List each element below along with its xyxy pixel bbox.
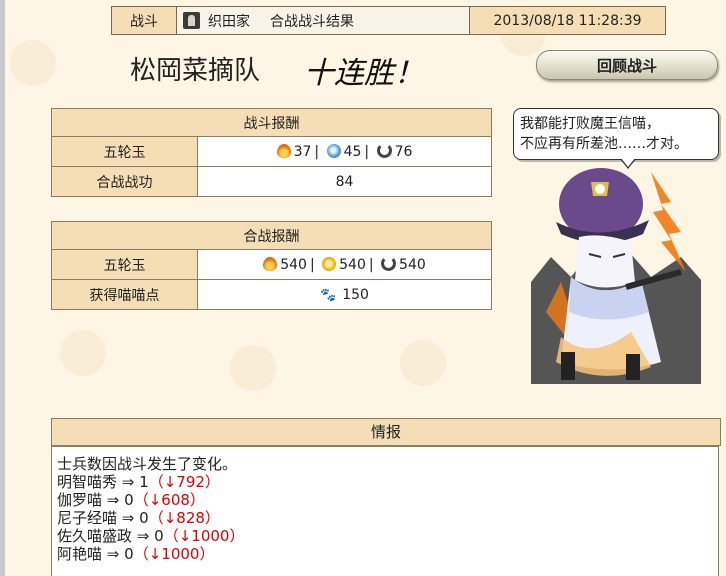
background-watermark: [60, 330, 106, 376]
header-clan: 织田家: [208, 13, 250, 30]
info-title: 情报: [51, 418, 721, 446]
unit-loss: （↓792）: [148, 473, 220, 491]
samurai-cat-portrait: [531, 168, 701, 384]
war-reward-table: 合战报酬 五轮玉 540 | 540 | 540 获得喵喵点 🐾 150: [51, 221, 492, 310]
unit-name: 伽罗喵: [57, 491, 103, 509]
unit-count: 1: [139, 473, 149, 491]
win-streak: 十连胜！: [304, 56, 424, 91]
fire-gem-count: 540: [280, 257, 307, 273]
moon-gem-count: 540: [399, 257, 426, 273]
unit-count: 0: [154, 527, 164, 545]
arrow-icon: ⇒: [121, 473, 135, 491]
fire-gem-count: 37: [293, 144, 312, 160]
unit-loss: （↓608）: [133, 491, 205, 509]
unit-loss: （↓1000）: [163, 527, 245, 545]
header-datetime: 2013/08/18 11:28:39: [470, 7, 665, 34]
battle-reward-title: 战斗报酬: [51, 108, 492, 137]
moon-orb-icon: [376, 143, 392, 158]
points-value: 150: [342, 286, 369, 303]
review-battle-button[interactable]: 回顾战斗: [536, 50, 718, 80]
moon-gem-count: 76: [394, 144, 413, 160]
scroll-edge: [0, 0, 5, 576]
unit-name: 明智喵秀: [57, 473, 118, 491]
info-row: 明智喵秀 ⇒ 1（↓792）: [57, 473, 718, 491]
water-gem-count: 45: [343, 144, 362, 160]
points-label: 获得喵喵点: [51, 279, 198, 310]
moon-orb-icon: [381, 256, 397, 271]
paw-icon: 🐾: [320, 287, 337, 303]
fire-orb-icon: [263, 257, 278, 271]
arrow-icon: ⇒: [106, 545, 120, 563]
war-reward-title: 合战报酬: [51, 221, 492, 250]
water-orb-icon: [326, 144, 341, 158]
info-intro: 士兵数因战斗发生了变化。: [57, 455, 238, 473]
background-watermark: [10, 40, 56, 86]
unit-count: 0: [124, 545, 134, 563]
unit-name: 阿艳喵: [57, 545, 103, 563]
points-value-cell: 🐾 150: [197, 279, 492, 310]
info-row: 尼子经喵 ⇒ 0（↓828）: [57, 509, 718, 527]
unit-name: 尼子经喵: [57, 509, 118, 527]
arrow-icon: ⇒: [106, 491, 120, 509]
fire-orb-icon: [276, 144, 291, 158]
wind-gem-count: 540: [339, 257, 366, 273]
background-watermark: [400, 340, 446, 386]
info-panel: 士兵数因战斗发生了变化。 明智喵秀 ⇒ 1（↓792） 伽罗喵 ⇒ 0（↓608…: [51, 446, 719, 576]
speech-line-2: 不应再有所差池……才对。: [520, 136, 688, 152]
unit-name: 佐久喵盛政: [57, 527, 133, 545]
gem-label: 五轮玉: [51, 249, 198, 280]
unit-count: 0: [124, 491, 134, 509]
unit-loss: （↓828）: [148, 509, 220, 527]
unit-loss: （↓1000）: [133, 545, 215, 563]
info-row: 伽罗喵 ⇒ 0（↓608）: [57, 491, 718, 509]
gem-values: 540 | 540 | 540: [197, 249, 492, 280]
gem-values: 37 | 45 | 76: [197, 136, 492, 167]
speech-bubble: 我都能打败魔王信喵， 不应再有所差池……才对。: [513, 108, 719, 160]
gem-label: 五轮玉: [51, 136, 198, 167]
unit-count: 0: [139, 509, 149, 527]
wind-orb-icon: [322, 257, 337, 271]
header-title: 合战战斗结果: [270, 13, 354, 30]
squad-name: 松岡菜摘队: [130, 56, 261, 86]
info-row: 阿艳喵 ⇒ 0（↓1000）: [57, 545, 718, 563]
background-watermark: [230, 345, 276, 391]
merit-value: 84: [197, 166, 492, 197]
header-title-cell: 织田家 合战战斗结果: [177, 7, 470, 34]
arrow-icon: ⇒: [136, 527, 150, 545]
castle-gate-icon: [183, 12, 200, 29]
header-category: 战斗: [112, 7, 177, 34]
info-row: 佐久喵盛政 ⇒ 0（↓1000）: [57, 527, 718, 545]
battle-header-bar: 战斗 织田家 合战战斗结果 2013/08/18 11:28:39: [111, 6, 666, 35]
battle-reward-table: 战斗报酬 五轮玉 37 | 45 | 76 合战战功 84: [51, 108, 492, 197]
speech-line-1: 我都能打败魔王信喵，: [520, 116, 660, 132]
merit-label: 合战战功: [51, 166, 198, 197]
arrow-icon: ⇒: [121, 509, 135, 527]
